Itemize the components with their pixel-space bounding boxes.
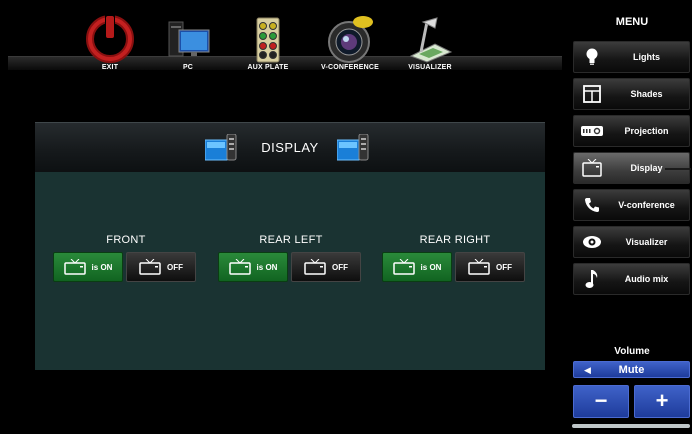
display-remote-icon: [337, 134, 369, 161]
menu-item-label: Lights: [633, 52, 660, 62]
tv-icon: [574, 153, 610, 183]
rear-right-on-button[interactable]: is ON: [382, 252, 452, 282]
on-label: is ON: [91, 262, 113, 272]
zone-label: REAR LEFT: [259, 234, 323, 246]
document-camera-icon: [409, 17, 453, 63]
zone-front: FRONT is ON OFF: [53, 234, 199, 282]
off-label: OFF: [167, 262, 183, 272]
computer-icon: [168, 21, 210, 57]
power-icon: [86, 14, 134, 63]
menu-item-projection[interactable]: Projection: [573, 115, 690, 147]
tv-icon: [139, 259, 161, 275]
display-panel: DISPLAY FRONT is ON OFF REAR LEFT is ON …: [35, 122, 545, 370]
zone-rear-left: REAR LEFT is ON OFF: [218, 234, 364, 282]
menu-item-audio-mix[interactable]: Audio mix: [573, 263, 690, 295]
projector-icon: [574, 116, 610, 146]
window-icon: [574, 79, 610, 109]
panel-title: DISPLAY: [261, 140, 319, 155]
source-aux-plate[interactable]: AUX PLATE: [232, 4, 304, 76]
eye-icon: [574, 227, 610, 257]
menu-item-shades[interactable]: Shades: [573, 78, 690, 110]
tv-icon: [392, 259, 415, 275]
source-label: V-CONFERENCE: [320, 64, 380, 71]
source-exit[interactable]: EXIT: [74, 4, 146, 76]
tv-icon: [63, 259, 86, 275]
front-on-button[interactable]: is ON: [53, 252, 123, 282]
front-off-button[interactable]: OFF: [126, 252, 196, 282]
volume-down-button[interactable]: −: [573, 385, 629, 418]
menu-item-v-conference[interactable]: V-conference: [573, 189, 690, 221]
panel-header: DISPLAY: [35, 122, 545, 172]
menu-item-label: Display: [630, 163, 663, 173]
menu-item-label: Projection: [624, 126, 669, 136]
source-visualizer[interactable]: VISUALIZER: [394, 4, 466, 76]
rear-right-off-button[interactable]: OFF: [455, 252, 525, 282]
source-label: PC: [182, 64, 194, 71]
off-label: OFF: [496, 262, 512, 272]
volume-title: Volume: [614, 346, 650, 357]
rear-left-on-button[interactable]: is ON: [218, 252, 288, 282]
volume-up-button[interactable]: +: [634, 385, 690, 418]
source-pc[interactable]: PC: [152, 4, 224, 76]
source-label: AUX PLATE: [247, 64, 289, 71]
bulb-icon: [574, 42, 610, 72]
mute-label: Mute: [618, 364, 645, 376]
menu-item-visualizer[interactable]: Visualizer: [573, 226, 690, 258]
mute-button[interactable]: ◀ Mute: [573, 361, 690, 378]
zone-label: FRONT: [106, 234, 146, 246]
source-bar: EXIT PC AUX PLATE V-CONFERENCE VISUALIZE…: [0, 0, 562, 80]
menu-item-display[interactable]: Display: [573, 152, 691, 184]
source-v-conference[interactable]: V-CONFERENCE: [314, 4, 386, 76]
tv-icon: [304, 259, 326, 275]
aux-plate-icon: [256, 17, 280, 63]
rear-left-off-button[interactable]: OFF: [291, 252, 361, 282]
menu-item-label: Audio mix: [624, 274, 669, 284]
on-label: is ON: [420, 262, 442, 272]
music-note-icon: [574, 264, 610, 294]
source-label: VISUALIZER: [408, 64, 452, 71]
on-label: is ON: [256, 262, 278, 272]
zone-rear-right: REAR RIGHT is ON OFF: [382, 234, 528, 282]
menu-title: MENU: [615, 16, 649, 28]
source-label: EXIT: [101, 64, 119, 71]
menu-item-label: Shades: [630, 89, 663, 99]
off-label: OFF: [332, 262, 348, 272]
volume-bar: [572, 424, 690, 428]
tv-icon: [468, 259, 490, 275]
tv-icon: [228, 259, 251, 275]
zone-label: REAR RIGHT: [419, 234, 491, 246]
menu-item-label: Visualizer: [625, 237, 668, 247]
menu-item-label: V-conference: [618, 200, 675, 210]
phone-icon: [574, 190, 610, 220]
camera-icon: [328, 16, 373, 63]
menu-item-lights[interactable]: Lights: [573, 41, 690, 73]
